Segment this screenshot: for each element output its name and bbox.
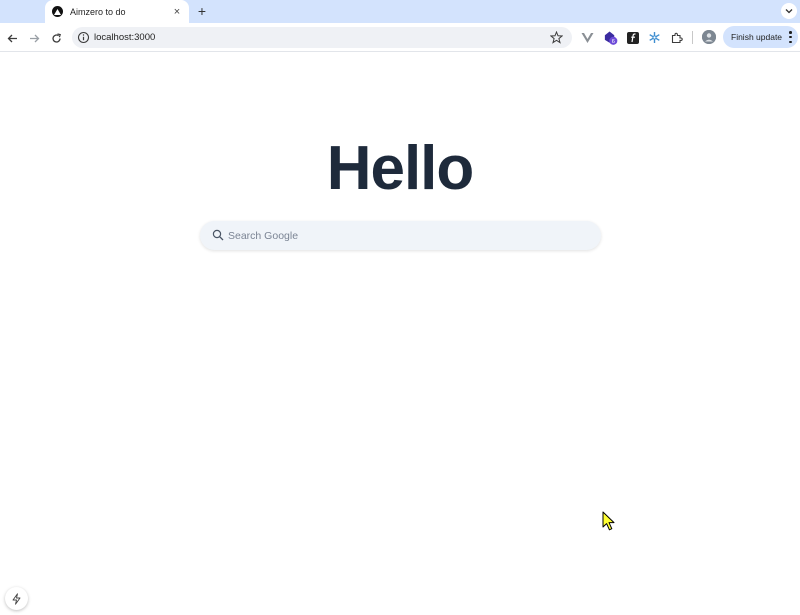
kebab-menu-icon[interactable]: [789, 31, 792, 43]
arrow-left-icon: [7, 34, 17, 42]
bookmark-star-icon[interactable]: [550, 31, 563, 44]
forward-button[interactable]: [26, 30, 42, 46]
shield-badge-icon[interactable]: 6: [603, 30, 618, 45]
browser-toolbar: localhost:3000 6 Finish update: [0, 23, 800, 52]
page-heading: Hello: [326, 134, 475, 203]
address-bar[interactable]: localhost:3000: [72, 27, 572, 48]
tab-close-icon[interactable]: ×: [171, 6, 183, 18]
back-button[interactable]: [4, 30, 20, 46]
user-avatar-icon: [702, 30, 716, 44]
arrow-right-icon: [29, 34, 39, 42]
browser-tab[interactable]: Aimzero to do ×: [45, 0, 189, 23]
url-text[interactable]: localhost:3000: [94, 27, 155, 48]
tab-strip: Aimzero to do × +: [0, 0, 800, 23]
search-icon: [212, 229, 224, 241]
search-input[interactable]: [228, 221, 588, 250]
tab-search-button[interactable]: [781, 3, 797, 19]
lightning-bolt-icon: [12, 592, 21, 605]
tab-title: Aimzero to do: [70, 6, 126, 17]
toolbar-divider: [692, 31, 693, 44]
puzzle-icon[interactable]: [669, 30, 684, 45]
info-icon[interactable]: [77, 31, 90, 44]
new-tab-button[interactable]: +: [194, 3, 210, 19]
profile-avatar[interactable]: [702, 30, 716, 44]
reload-button[interactable]: [48, 30, 64, 46]
search-bar[interactable]: [200, 221, 601, 250]
extension-badge: 6: [612, 38, 615, 44]
mouse-cursor-icon: [602, 511, 615, 531]
triangle-logo-icon: [52, 6, 63, 17]
dev-tools-button[interactable]: [5, 587, 28, 610]
font-f-icon[interactable]: [625, 30, 640, 45]
snowflake-icon[interactable]: [647, 30, 662, 45]
reload-icon: [51, 32, 61, 43]
finish-update-label: Finish update: [731, 32, 783, 42]
chevron-down-icon: [785, 9, 793, 14]
vue-devtools-icon[interactable]: [580, 30, 595, 45]
finish-update-button[interactable]: Finish update: [723, 26, 798, 48]
